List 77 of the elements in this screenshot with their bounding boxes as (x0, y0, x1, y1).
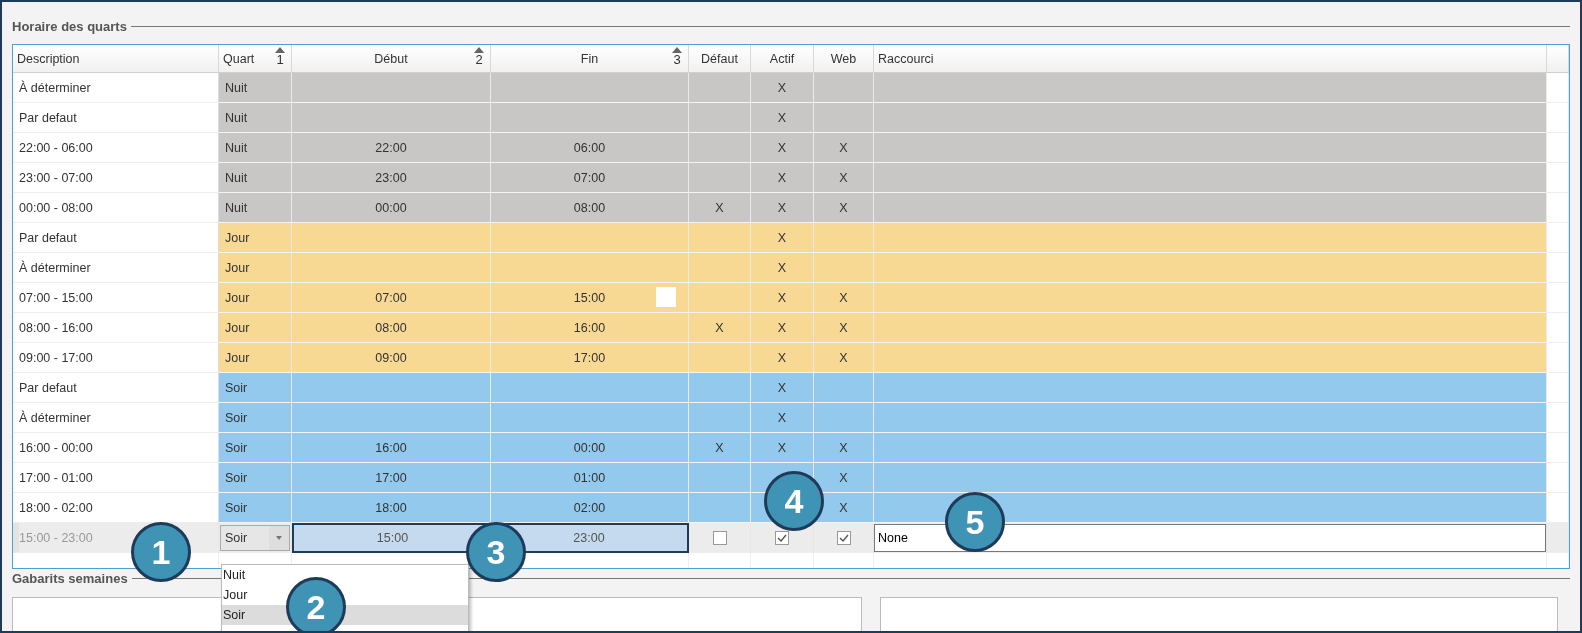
table-cell: Par defaut (13, 373, 219, 403)
table-cell: 22:00 - 06:00 (13, 133, 219, 163)
sort-order: 2 (475, 53, 483, 67)
table-cell: Soir (219, 433, 292, 463)
table-cell: Jour (219, 223, 292, 253)
table-cell: X (751, 373, 814, 403)
table-cell: Soir (219, 463, 292, 493)
table-cell: À déterminer (13, 73, 219, 103)
table-cell: X (814, 283, 874, 313)
table-cell: X (751, 343, 814, 373)
table-cell: X (689, 193, 751, 223)
table-cell: X (814, 133, 874, 163)
table-cell: 17:00 - 01:00 (13, 463, 219, 493)
table-cell: 01:00 (491, 463, 689, 493)
section-title: Horaire des quarts (12, 18, 128, 34)
table-cell: 07:00 (292, 283, 491, 313)
table-cell: Jour (219, 313, 292, 343)
section-title: Gabarits semaines (12, 570, 129, 586)
table-cell: À déterminer (13, 253, 219, 283)
table-cell: X (814, 343, 874, 373)
table-cell: X (814, 463, 874, 493)
table-cell: X (751, 313, 814, 343)
table-cell: X (689, 313, 751, 343)
table-cell: Nuit (219, 73, 292, 103)
table-cell: À déterminer (13, 403, 219, 433)
table-cell: 08:00 - 16:00 (13, 313, 219, 343)
table-cell: 17:00 (491, 343, 689, 373)
table-cell: X (751, 433, 814, 463)
table-cell: X (751, 283, 814, 313)
table-cell: X (689, 433, 751, 463)
sort-order: 3 (673, 53, 681, 67)
table-cell: 00:00 (292, 193, 491, 223)
table-cell: 22:00 (292, 133, 491, 163)
table-cell: Nuit (219, 193, 292, 223)
table-cell: X (751, 163, 814, 193)
table-cell: Soir (219, 373, 292, 403)
table-cell: 16:00 (491, 313, 689, 343)
table-cell: X (814, 193, 874, 223)
table-cell: X (751, 103, 814, 133)
table-cell: 16:00 - 00:00 (13, 433, 219, 463)
table-cell: X (814, 313, 874, 343)
table-cell: Jour (219, 283, 292, 313)
table-cell: 08:00 (491, 193, 689, 223)
table-cell: 06:00 (491, 133, 689, 163)
table-cell: 09:00 (292, 343, 491, 373)
table-cell: 23:00 - 07:00 (13, 163, 219, 193)
sort-order: 1 (276, 53, 284, 67)
table-cell: 02:00 (491, 493, 689, 523)
table-cell: Par defaut (13, 223, 219, 253)
table-cell: Soir (219, 403, 292, 433)
table-cell: 09:00 - 17:00 (13, 343, 219, 373)
table-cell: X (751, 193, 814, 223)
table-cell: Nuit (219, 133, 292, 163)
table-cell: 18:00 (292, 493, 491, 523)
table-cell: 16:00 (292, 433, 491, 463)
table-cell: X (814, 163, 874, 193)
table-cell: X (751, 403, 814, 433)
table-cell: Nuit (219, 163, 292, 193)
table-cell: 08:00 (292, 313, 491, 343)
table-cell: 23:00 (292, 163, 491, 193)
table-cell: 15:00 (491, 283, 689, 313)
table-cell: X (751, 73, 814, 103)
table-cell: 17:00 (292, 463, 491, 493)
table-cell: X (751, 253, 814, 283)
table-cell: Par defaut (13, 103, 219, 133)
table-cell: X (751, 133, 814, 163)
table-cell: Nuit (219, 103, 292, 133)
table-cell: 00:00 - 08:00 (13, 193, 219, 223)
table-cell: Jour (219, 253, 292, 283)
table-cell: X (751, 223, 814, 253)
table-cell: 07:00 (491, 163, 689, 193)
table-cell: Jour (219, 343, 292, 373)
table-cell: 18:00 - 02:00 (13, 493, 219, 523)
table-cell: 07:00 - 15:00 (13, 283, 219, 313)
table-cell: X (814, 433, 874, 463)
table-cell: 00:00 (491, 433, 689, 463)
table-cell: Soir (219, 493, 292, 523)
